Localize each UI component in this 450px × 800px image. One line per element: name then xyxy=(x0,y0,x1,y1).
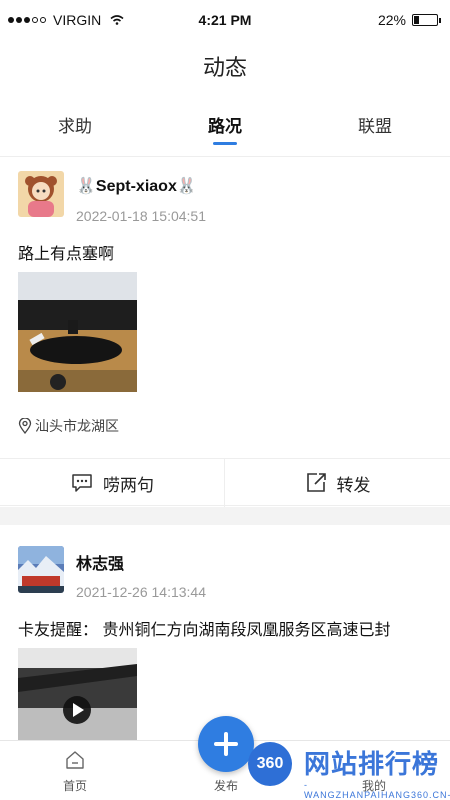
active-tab-indicator xyxy=(213,142,237,145)
comment-icon xyxy=(72,474,92,492)
tab-help[interactable]: 求助 xyxy=(30,112,120,137)
comment-label: 唠两句 xyxy=(103,475,154,495)
page-title: 动态 xyxy=(202,55,247,80)
share-label: 转发 xyxy=(336,475,371,495)
username[interactable]: 🐰Sept-xiaox🐰 xyxy=(76,176,197,196)
home-icon xyxy=(66,751,84,769)
section-separator xyxy=(0,507,450,525)
watermark: 360 网站排行榜 -WANGZHANPAIHANG360.CN- xyxy=(248,742,450,800)
post-image[interactable] xyxy=(18,272,137,392)
status-bar: VIRGIN 4:21 PM 22% xyxy=(0,0,450,40)
tab-alliance[interactable]: 联盟 xyxy=(330,112,420,137)
publish-button[interactable] xyxy=(198,716,254,772)
username[interactable]: 林志强 xyxy=(76,550,124,574)
post-text: 路上有点塞啊 xyxy=(18,246,115,263)
tab-bar: 求助 路况 联盟 xyxy=(0,112,450,148)
post-time: 2021-12-26 14:13:44 xyxy=(76,584,206,600)
tab-road-conditions[interactable]: 路况 xyxy=(180,112,270,137)
watermark-title: 网站排行榜 xyxy=(304,749,440,779)
location-pin-icon xyxy=(18,418,32,434)
avatar[interactable] xyxy=(18,171,64,217)
avatar[interactable] xyxy=(18,546,64,593)
share-icon xyxy=(306,473,326,492)
watermark-subtitle: -WANGZHANPAIHANG360.CN- xyxy=(304,780,450,800)
comment-button[interactable]: 唠两句 xyxy=(0,459,225,507)
location-text: 汕头市龙湖区 xyxy=(35,418,119,434)
battery-icon xyxy=(412,14,441,26)
battery-percent: 22% xyxy=(377,12,406,28)
nav-home-label: 首页 xyxy=(62,779,87,793)
divider xyxy=(0,156,450,157)
post-video-thumbnail[interactable] xyxy=(18,648,137,740)
nav-home[interactable]: 首页 xyxy=(35,747,115,794)
watermark-badge: 360 xyxy=(248,742,292,786)
location[interactable]: 汕头市龙湖区 xyxy=(18,416,119,436)
post-time: 2022-01-18 15:04:51 xyxy=(76,208,206,224)
post-actions: 唠两句 转发 xyxy=(0,458,450,507)
share-button[interactable]: 转发 xyxy=(225,459,450,507)
post-text: 卡友提醒： 贵州铜仁方向湖南段凤凰服务区高速已封 xyxy=(18,622,391,639)
